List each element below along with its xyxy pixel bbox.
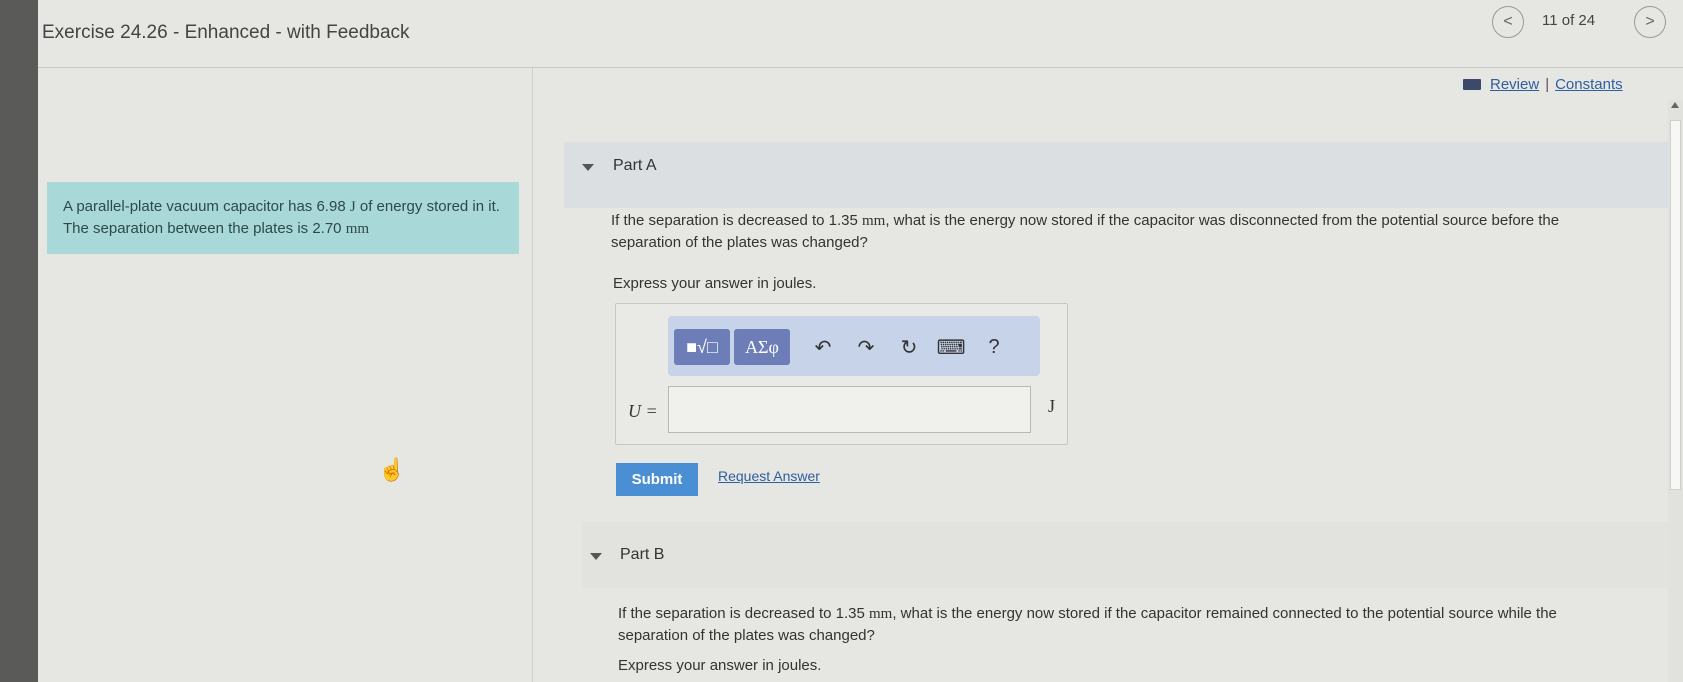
variable-label: U = <box>628 401 658 421</box>
part-b-header[interactable]: Part B <box>582 522 1672 588</box>
templates-button[interactable]: ■√□ <box>674 329 730 365</box>
keyboard-icon[interactable]: ⌨ <box>937 334 966 360</box>
math-toolbar: ■√□ ΑΣφ ↶ ↷ ↻ ⌨ ? <box>668 316 1040 376</box>
submit-button[interactable]: Submit <box>616 463 698 496</box>
scrollbar[interactable] <box>1668 100 1683 682</box>
problem-text-1: A parallel-plate vacuum capacitor has 6.… <box>63 198 350 215</box>
help-button[interactable]: ? <box>981 334 1007 360</box>
caret-down-icon <box>590 553 602 560</box>
part-b-question-unit: mm <box>869 606 893 622</box>
chevron-right-icon: > <box>1645 13 1655 30</box>
part-b-instruction: Express your answer in joules. <box>618 657 822 674</box>
page-title: Exercise 24.26 - Enhanced - with Feedbac… <box>42 22 410 43</box>
answer-unit: J <box>1048 396 1056 416</box>
exercise-position: 11 of 24 <box>1542 12 1596 29</box>
length-unit: mm <box>345 221 370 237</box>
reset-icon[interactable]: ↻ <box>896 334 922 360</box>
part-b-label: Part B <box>620 546 665 563</box>
symbols-button[interactable]: ΑΣφ <box>734 329 790 365</box>
previous-exercise-button[interactable]: < <box>1492 6 1524 38</box>
review-constants-links: Review | Constants <box>1463 76 1623 93</box>
column-divider <box>532 68 533 682</box>
scroll-up-icon[interactable] <box>1671 102 1679 108</box>
answer-input[interactable] <box>668 386 1031 433</box>
part-a-label: Part A <box>613 157 657 174</box>
left-window-edge <box>0 0 38 682</box>
part-a-question: If the separation is decreased to 1.35 m… <box>611 210 1611 254</box>
part-a-question-text-1: If the separation is decreased to 1.35 <box>611 212 862 229</box>
answer-entry-box: ■√□ ΑΣφ ↶ ↷ ↻ ⌨ ? U = J <box>615 303 1068 445</box>
request-answer-link[interactable]: Request Answer <box>718 468 820 484</box>
part-a-instruction: Express your answer in joules. <box>613 275 817 292</box>
link-separator: | <box>1545 76 1550 93</box>
part-a-header[interactable]: Part A <box>564 142 1670 208</box>
next-exercise-button[interactable]: > <box>1634 6 1666 38</box>
redo-icon[interactable]: ↷ <box>853 334 879 360</box>
scroll-thumb[interactable] <box>1670 120 1681 490</box>
part-a-question-unit: mm <box>862 213 886 229</box>
undo-icon[interactable]: ↶ <box>810 334 836 360</box>
book-icon <box>1463 79 1481 90</box>
exercise-page: Exercise 24.26 - Enhanced - with Feedbac… <box>38 0 1683 682</box>
problem-statement: A parallel-plate vacuum capacitor has 6.… <box>47 182 519 254</box>
hand-cursor-icon: ☝ <box>378 457 406 482</box>
chevron-left-icon: < <box>1503 13 1513 30</box>
constants-link[interactable]: Constants <box>1555 76 1623 93</box>
part-b-question: If the separation is decreased to 1.35 m… <box>618 603 1618 647</box>
part-b-question-text-1: If the separation is decreased to 1.35 <box>618 605 869 622</box>
caret-down-icon <box>582 164 594 171</box>
page-header: Exercise 24.26 - Enhanced - with Feedbac… <box>38 0 1683 68</box>
review-link[interactable]: Review <box>1490 76 1539 93</box>
